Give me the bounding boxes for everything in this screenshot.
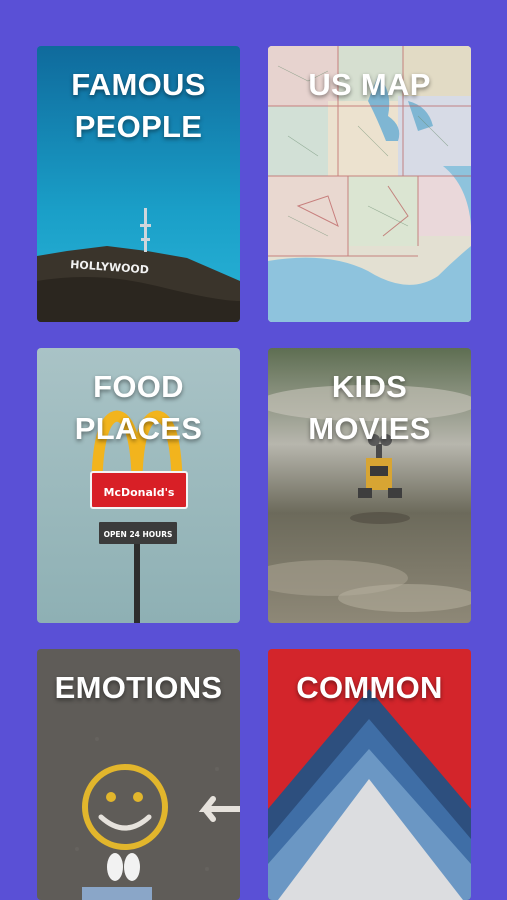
category-label: COMMON — [296, 670, 443, 705]
category-label: US MAP — [308, 67, 431, 102]
category-card-kids-movies[interactable]: KIDS MOVIES — [268, 348, 471, 623]
open-hours-text: OPEN 24 HOURS — [104, 530, 173, 539]
category-card-common[interactable]: COMMON — [268, 649, 471, 900]
mcdonalds-sign-text: McDonald's — [104, 486, 175, 499]
category-label: FOOD PLACES — [74, 369, 203, 446]
category-label: KIDS MOVIES — [308, 369, 431, 446]
category-label: FAMOUS PEOPLE — [71, 67, 206, 144]
category-card-famous-people[interactable]: HOLLYWOOD FAMOUS PEOPLE — [37, 46, 240, 322]
category-card-emotions[interactable]: EMOTIONS — [37, 649, 240, 900]
category-card-us-map[interactable]: US MAP — [268, 46, 471, 322]
category-card-food-places[interactable]: McDonald's OPEN 24 HOURS FOOD PLACES — [37, 348, 240, 623]
category-label: EMOTIONS — [54, 670, 223, 705]
